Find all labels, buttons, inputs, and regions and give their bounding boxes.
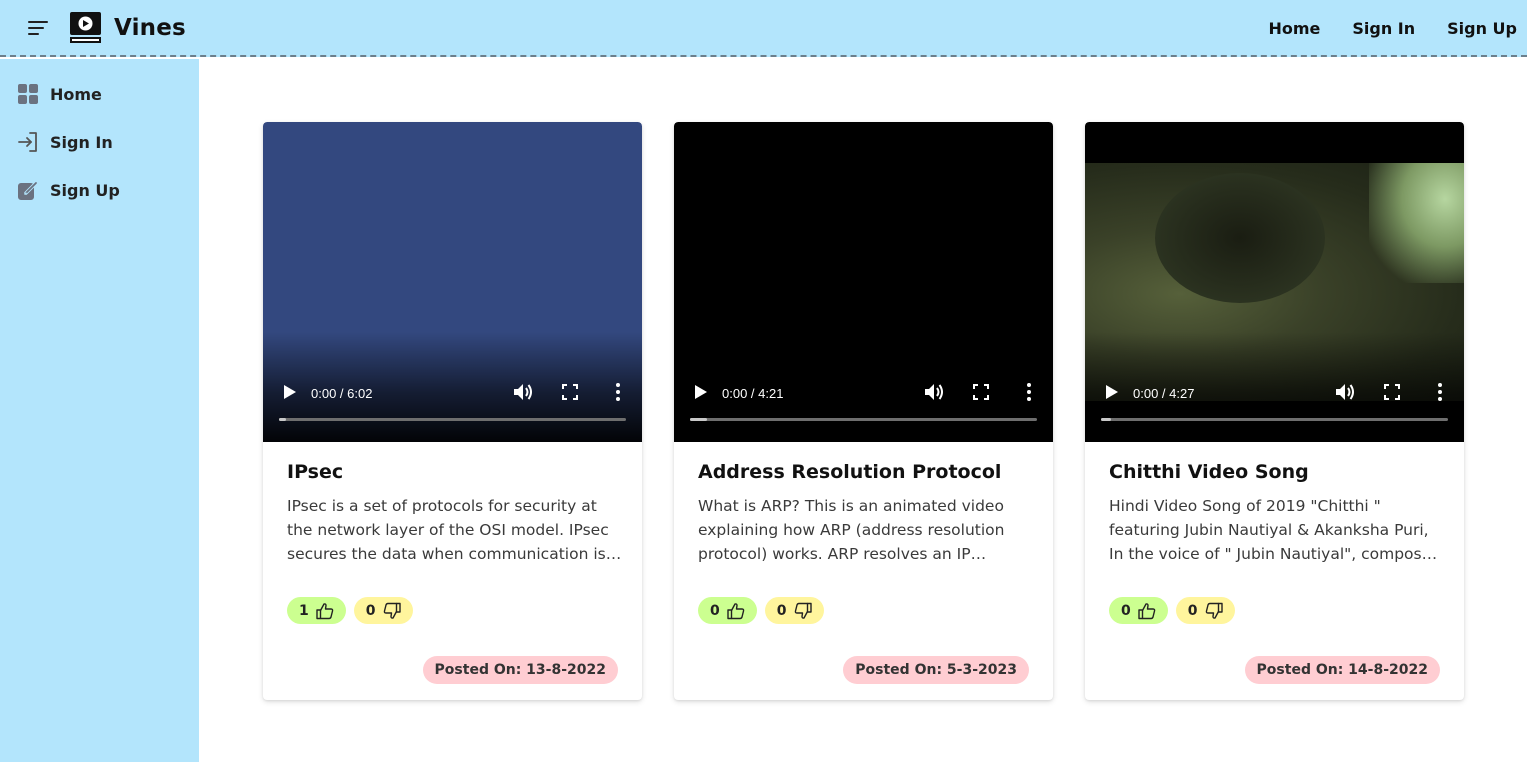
dislike-count: 0: [1187, 602, 1198, 619]
like-button[interactable]: 0: [1109, 597, 1168, 624]
thumbs-up-icon: [727, 602, 745, 619]
video-player[interactable]: 0:00 / 6:02: [263, 122, 642, 442]
video-card: 0:00 / 4:21 Address Resolution Protocol …: [674, 122, 1053, 700]
posted-date-badge: Posted On: 13-8-2022: [422, 656, 618, 684]
fullscreen-icon[interactable]: [973, 384, 989, 400]
video-controls: 0:00 / 6:02: [263, 362, 642, 442]
video-description: Hindi Video Song of 2019 "Chitthi " feat…: [1109, 497, 1441, 563]
sidebar-item-label: Sign In: [50, 132, 113, 152]
dislike-button[interactable]: 0: [764, 597, 824, 624]
video-grid: 0:00 / 6:02 IPsec IPsec is a set of prot…: [263, 122, 1464, 700]
posted-date-badge: Posted On: 5-3-2023: [843, 656, 1029, 684]
video-progress-bar[interactable]: [1101, 418, 1448, 421]
like-count: 0: [1121, 602, 1131, 619]
thumbs-up-icon: [316, 602, 334, 619]
thumbs-down-icon: [383, 602, 401, 619]
video-title: Chitthi Video Song: [1109, 461, 1309, 483]
dislike-button[interactable]: 0: [353, 597, 413, 624]
video-time: 0:00 / 4:27: [1133, 386, 1195, 401]
menu-icon[interactable]: [26, 18, 50, 38]
video-card: 0:00 / 6:02 IPsec IPsec is a set of prot…: [263, 122, 642, 700]
vote-buttons: 0 0: [698, 597, 824, 624]
video-title: IPsec: [287, 461, 344, 483]
video-description: What is ARP? This is an animated video e…: [698, 497, 1005, 563]
video-progress-fill: [1101, 418, 1112, 421]
video-card: 0:00 / 4:27 Chitthi Video Song Hindi Vid…: [1085, 122, 1464, 700]
thumbs-down-icon: [794, 602, 812, 619]
sidebar-item-sign-up[interactable]: Sign Up: [0, 177, 199, 203]
like-count: 0: [710, 602, 720, 619]
video-time: 0:00 / 4:21: [722, 386, 784, 401]
nav-sign-in-link[interactable]: Sign In: [1352, 19, 1415, 38]
dislike-count: 0: [365, 602, 376, 619]
signup-icon: [17, 179, 39, 201]
sidebar-item-label: Sign Up: [50, 180, 120, 200]
more-options-icon[interactable]: [1024, 382, 1034, 402]
nav-home-link[interactable]: Home: [1268, 19, 1320, 38]
video-controls: 0:00 / 4:27: [1085, 362, 1464, 442]
login-icon: [17, 131, 39, 153]
play-icon[interactable]: [283, 384, 297, 400]
video-progress-fill: [690, 418, 708, 421]
video-progress-bar[interactable]: [279, 418, 626, 421]
video-logo-icon: [70, 12, 101, 43]
fullscreen-icon[interactable]: [562, 384, 578, 400]
volume-icon[interactable]: [1335, 383, 1355, 401]
thumbs-up-icon: [1138, 602, 1156, 619]
fullscreen-icon[interactable]: [1384, 384, 1400, 400]
more-options-icon[interactable]: [1435, 382, 1445, 402]
video-player[interactable]: 0:00 / 4:27: [1085, 122, 1464, 442]
video-progress-bar[interactable]: [690, 418, 1037, 421]
like-button[interactable]: 0: [698, 597, 757, 624]
brand[interactable]: Vines: [69, 11, 186, 44]
posted-date-badge: Posted On: 14-8-2022: [1244, 656, 1440, 684]
play-icon[interactable]: [1105, 384, 1119, 400]
vote-buttons: 0 0: [1109, 597, 1235, 624]
video-time: 0:00 / 6:02: [311, 386, 373, 401]
video-title: Address Resolution Protocol: [698, 461, 1002, 483]
video-description: IPsec is a set of protocols for security…: [287, 497, 609, 563]
sidebar-item-sign-in[interactable]: Sign In: [0, 129, 199, 155]
thumbs-down-icon: [1205, 602, 1223, 619]
like-count: 1: [299, 602, 309, 619]
app-name: Vines: [114, 14, 186, 41]
top-nav: Home Sign In Sign Up: [1268, 0, 1517, 57]
volume-icon[interactable]: [513, 383, 533, 401]
more-options-icon[interactable]: [613, 382, 623, 402]
app-header: Vines Home Sign In Sign Up: [0, 0, 1527, 57]
sidebar-item-label: Home: [50, 84, 102, 104]
sidebar-item-home[interactable]: Home: [0, 81, 199, 107]
play-icon[interactable]: [694, 384, 708, 400]
video-progress-fill: [279, 418, 286, 421]
like-button[interactable]: 1: [287, 597, 346, 624]
vote-buttons: 1 0: [287, 597, 413, 624]
video-player[interactable]: 0:00 / 4:21: [674, 122, 1053, 442]
nav-sign-up-link[interactable]: Sign Up: [1447, 19, 1517, 38]
video-controls: 0:00 / 4:21: [674, 362, 1053, 442]
volume-icon[interactable]: [924, 383, 944, 401]
sidebar: Home Sign In Sign Up: [0, 59, 199, 762]
dislike-count: 0: [776, 602, 787, 619]
dashboard-icon: [17, 83, 39, 105]
dislike-button[interactable]: 0: [1175, 597, 1235, 624]
